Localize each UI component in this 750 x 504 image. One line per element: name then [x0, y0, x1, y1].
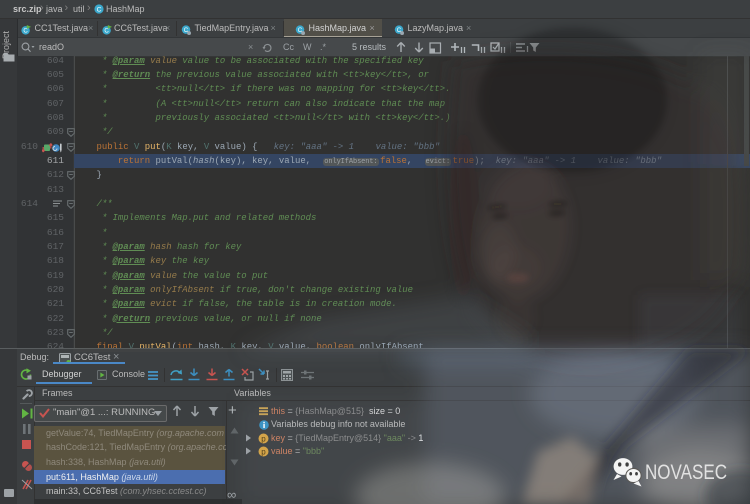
svg-text:NOVASEC: NOVASEC	[645, 460, 727, 484]
